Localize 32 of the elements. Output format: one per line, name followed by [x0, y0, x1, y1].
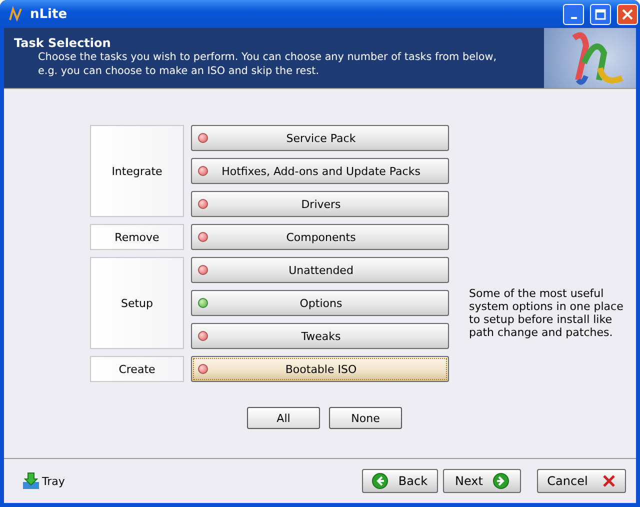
task-button[interactable]: Options [191, 290, 449, 316]
close-icon [602, 474, 616, 488]
maximize-icon [595, 8, 606, 20]
n-logo-icon [544, 28, 636, 88]
task-button[interactable]: Drivers [191, 191, 449, 217]
select-button[interactable]: All [247, 407, 320, 429]
cancel-button[interactable]: Cancel [537, 469, 626, 493]
task-button[interactable]: Hotfixes, Add-ons and Update Packs [191, 158, 449, 184]
minimize-button[interactable] [563, 4, 584, 24]
window-title: nLite [30, 6, 68, 22]
close-icon [622, 8, 633, 20]
task-button[interactable]: Bootable ISO [191, 356, 449, 382]
next-button[interactable]: Next [443, 469, 521, 493]
tray-button[interactable]: Tray [22, 472, 65, 490]
header-title: Task Selection [14, 36, 112, 50]
options-hint-text: Some of the most useful system options in one place to setup before install like path change and patches. [468, 286, 624, 341]
task-button[interactable]: Components [191, 224, 449, 250]
group-label: Setup [90, 257, 184, 349]
group-label: Remove [90, 224, 184, 250]
download-tray-icon [22, 472, 40, 490]
maximize-button[interactable] [590, 4, 611, 24]
back-button[interactable]: Back [362, 469, 438, 493]
group-label: Create [90, 356, 184, 382]
group-label: Integrate [90, 125, 184, 217]
header-description: Choose the tasks you wish to perform. You can choose any number of tasks from below, e.g. you can choose to make an ISO and skip the rest. [37, 50, 498, 78]
app-logo-icon [8, 6, 24, 22]
task-button[interactable]: Tweaks [191, 323, 449, 349]
task-button[interactable]: Service Pack [191, 125, 449, 151]
close-button[interactable] [617, 4, 638, 24]
task-button[interactable]: Unattended [191, 257, 449, 283]
select-button[interactable]: None [329, 407, 402, 429]
minimize-icon [570, 17, 576, 19]
